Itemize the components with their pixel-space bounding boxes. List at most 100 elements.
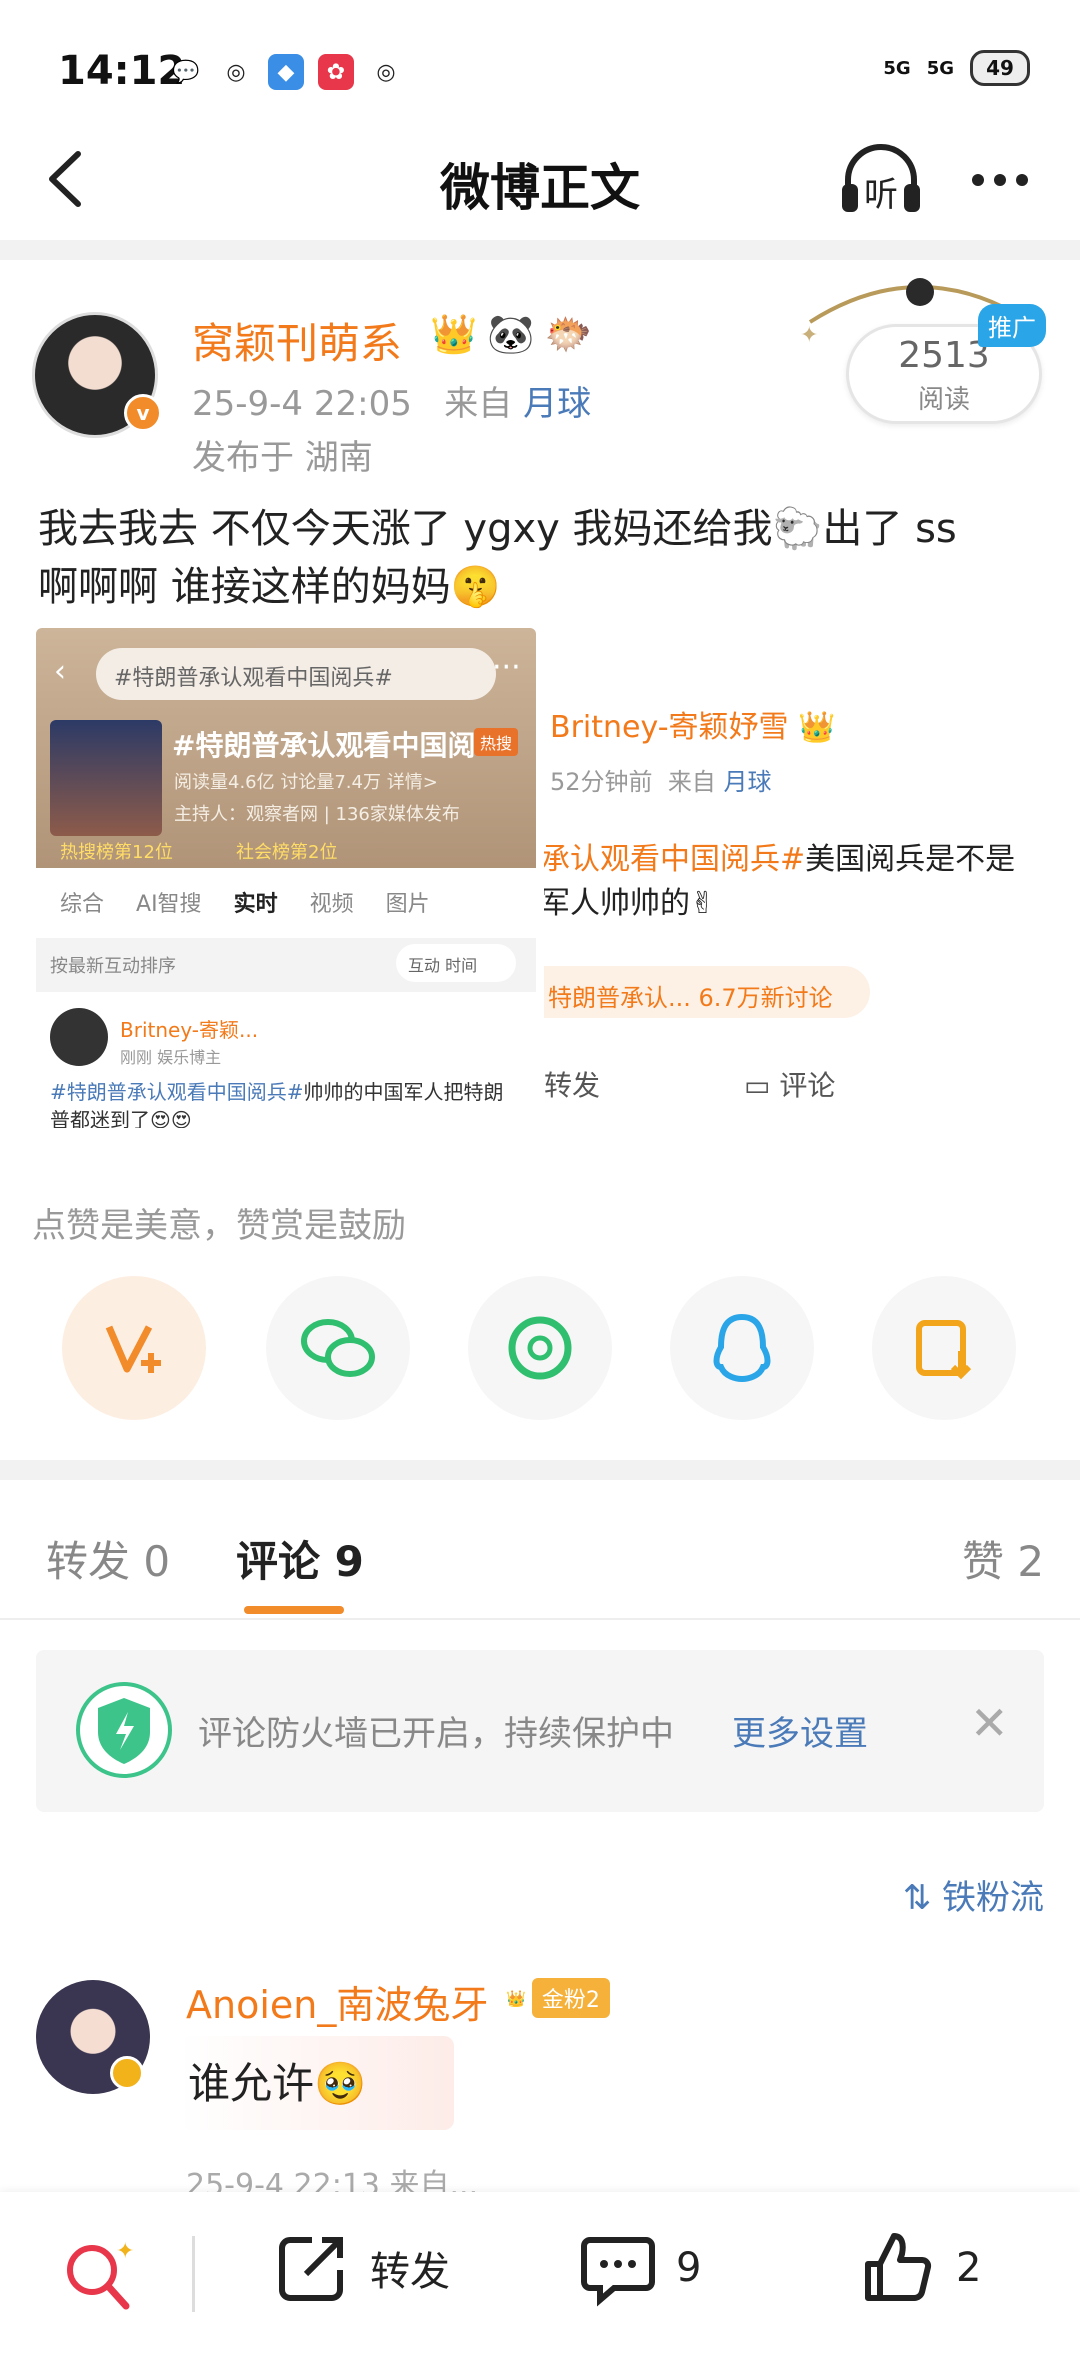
notification-icons: 💬 ◎ ◆ ✿ ◎ [168,54,404,90]
comment-text[interactable]: 谁允许🥹 [188,2050,366,2111]
image2-actions: 转发 ▭ 评论 [544,1052,1044,1112]
crown-badge-icon: 👑 [430,312,478,356]
image-search-bar: #特朗普承认观看中国阅兵# [96,648,496,700]
image2-hashtag: 承认观看中国阅兵# [544,842,806,877]
image2-repost: 转发 [544,1069,601,1102]
image-user-avatar [50,1008,108,1066]
post-time: 25-9-4 22:05 [192,384,412,424]
image2-author: Britney-寄颖妤雪 👑 [550,702,835,746]
save-image-icon [916,1320,972,1380]
like-count: 2 [956,2245,982,2291]
tab-comment[interactable]: 评论 9 [236,1528,364,1589]
bottom-separator [192,2236,195,2312]
share-moments-button[interactable] [468,1276,612,1420]
verified-badge-icon [110,2056,144,2090]
image-post-text: #特朗普承认观看中国阅兵#帅帅的中国军人把特朗普都迷到了😍😍 [50,1078,520,1128]
thumbs-up-icon [865,2233,932,2301]
search-icon: ✦ [67,2239,134,2310]
tab-repost[interactable]: 转发 0 [46,1528,170,1589]
image-topic-stats: 阅读量4.6亿 讨论量7.4万 详情> [174,772,438,793]
panda-badge-icon: 🐼 [487,312,535,356]
comment-icon [581,2237,655,2307]
firewall-text: 评论防火墙已开启，持续保护中 [198,1714,674,1754]
status-bar: 14:12 💬 ◎ ◆ ✿ ◎ 5G 5G 49 [0,0,1080,140]
image2-from: 来自 [667,768,716,796]
crown-badge-icon: 👑 [506,1988,526,2008]
image-tab: 综合 [60,892,105,917]
image2-body: 美国阅兵是不是 [805,842,1016,877]
v-plus-icon [105,1325,161,1373]
post-source[interactable]: 月球 [523,384,591,424]
image-topic-host: 主持人：观察者网 | 136家媒体发布 [174,804,460,825]
repost-label: 转发 [370,2249,450,2295]
post-header: v 窝颖刊萌系 👑 🐼 🐡 25-9-4 22:05 来自 月球 发布于 湖南 … [0,262,1080,478]
bottom-action-bar: ✦ 转发 9 2 [0,2192,1080,2358]
comment-firewall-notice: 评论防火墙已开启，持续保护中 更多设置 ✕ [36,1650,1044,1812]
image2-body-line2: 军人帅帅的✌ [544,886,716,921]
image2-comment-label: 评论 [779,1069,836,1102]
weibo-notify-icon-2: ◎ [376,59,396,85]
image-rank-2: 社会榜第2位 [236,842,338,863]
image2-meta: 52分钟前 来自 月球 [550,762,771,797]
tabs-divider [0,1618,1080,1620]
share-qq-button[interactable] [670,1276,814,1420]
image-back-icon: ‹ [54,654,66,689]
author-name[interactable]: 窝颖刊萌系 [192,310,402,371]
comment-count: 9 [676,2245,702,2291]
promo-tag[interactable]: 推广 [978,304,1046,347]
section-divider [0,1460,1080,1480]
app-notify-icon-2: ✿ [318,54,354,90]
shield-icon [76,1682,172,1778]
image-tab-active: 实时 [233,892,278,917]
image2-text: 承认观看中国阅兵#美国阅兵是不是军人帅帅的✌ [544,838,1044,926]
svg-text:✦: ✦ [116,2239,134,2264]
post-meta: 25-9-4 22:05 来自 月球 [192,376,591,425]
image2-topic-tag: 特朗普承认... 6.7万新讨论 [544,966,870,1018]
network-5g-2: 5G [926,57,954,79]
comment-button[interactable]: 9 [578,2228,701,2308]
status-indicators: 5G 5G 49 [883,50,1030,86]
battery-level: 49 [986,56,1014,80]
image2-time: 52分钟前 [550,768,653,796]
svg-text:✦: ✦ [800,323,818,348]
post-text: 我去我去 不仅今天涨了 ygxy 我妈还给我🐑出了 ss 啊啊啊 谁接这样的妈妈… [38,500,1048,616]
image2-author-name: Britney-寄颖妤雪 [550,710,789,745]
post-image-2[interactable]: Britney-寄颖妤雪 👑 52分钟前 来自 月球 承认观看中国阅兵#美国阅兵… [544,628,1044,1128]
comment-sort-button[interactable]: ⇅ 铁粉流 [903,1870,1044,1919]
more-button[interactable] [960,150,1040,210]
listen-button[interactable]: 听 [836,140,926,220]
read-label: 阅读 [917,385,970,415]
commenter-name[interactable]: Anoien_南波兔牙 [186,1974,488,2029]
firewall-settings-link[interactable]: 更多设置 [732,1706,868,1755]
repost-button[interactable]: 转发 [272,2228,450,2308]
image-tab: 视频 [309,892,354,917]
crown-badge-icon: 👑 [798,710,836,745]
image2-comment: ▭ 评论 [744,1069,836,1102]
image-topic-thumbnail [50,720,162,836]
image-hashtag: #特朗普承认观看中国阅兵# [50,1080,304,1104]
weibo-notify-icon: ◎ [226,59,246,85]
share-wechat-button[interactable] [266,1276,410,1420]
wechat-notify-icon: 💬 [172,59,200,85]
close-icon[interactable]: ✕ [970,1696,1009,1750]
tab-like[interactable]: 赞 2 [962,1528,1044,1589]
wechat-icon [301,1319,375,1377]
save-image-button[interactable] [872,1276,1016,1420]
post-text-line-1: 我去我去 不仅今天涨了 ygxy 我妈还给我🐑出了 ss [38,506,957,552]
fan-level: 金粉2 [531,1978,610,2018]
headphone-icon: 听 [842,144,920,215]
nav-bar: 微博正文 听 [0,120,1080,240]
like-button[interactable]: 2 [858,2228,981,2308]
image-hot-badge: 热搜 [474,728,519,756]
post-image-1[interactable]: ‹ #特朗普承认观看中国阅兵# ··· #特朗普承认观看中国阅... 热搜 阅读… [36,628,536,1128]
comment-tabs: 转发 0 评论 9 赞 2 [0,1490,1080,1620]
share-row [0,1276,1080,1426]
image-tab: AI智搜 [136,892,202,917]
reward-button[interactable] [62,1276,206,1420]
image-rank-1: 热搜榜第12位 [60,842,173,863]
image-tabs: 综合 AI智搜 实时 视频 图片 [36,868,536,938]
battery-icon: 49 [970,50,1030,86]
search-button[interactable]: ✦ [58,2234,138,2314]
network-5g-1: 5G [883,57,911,79]
repost-icon [279,2237,343,2301]
